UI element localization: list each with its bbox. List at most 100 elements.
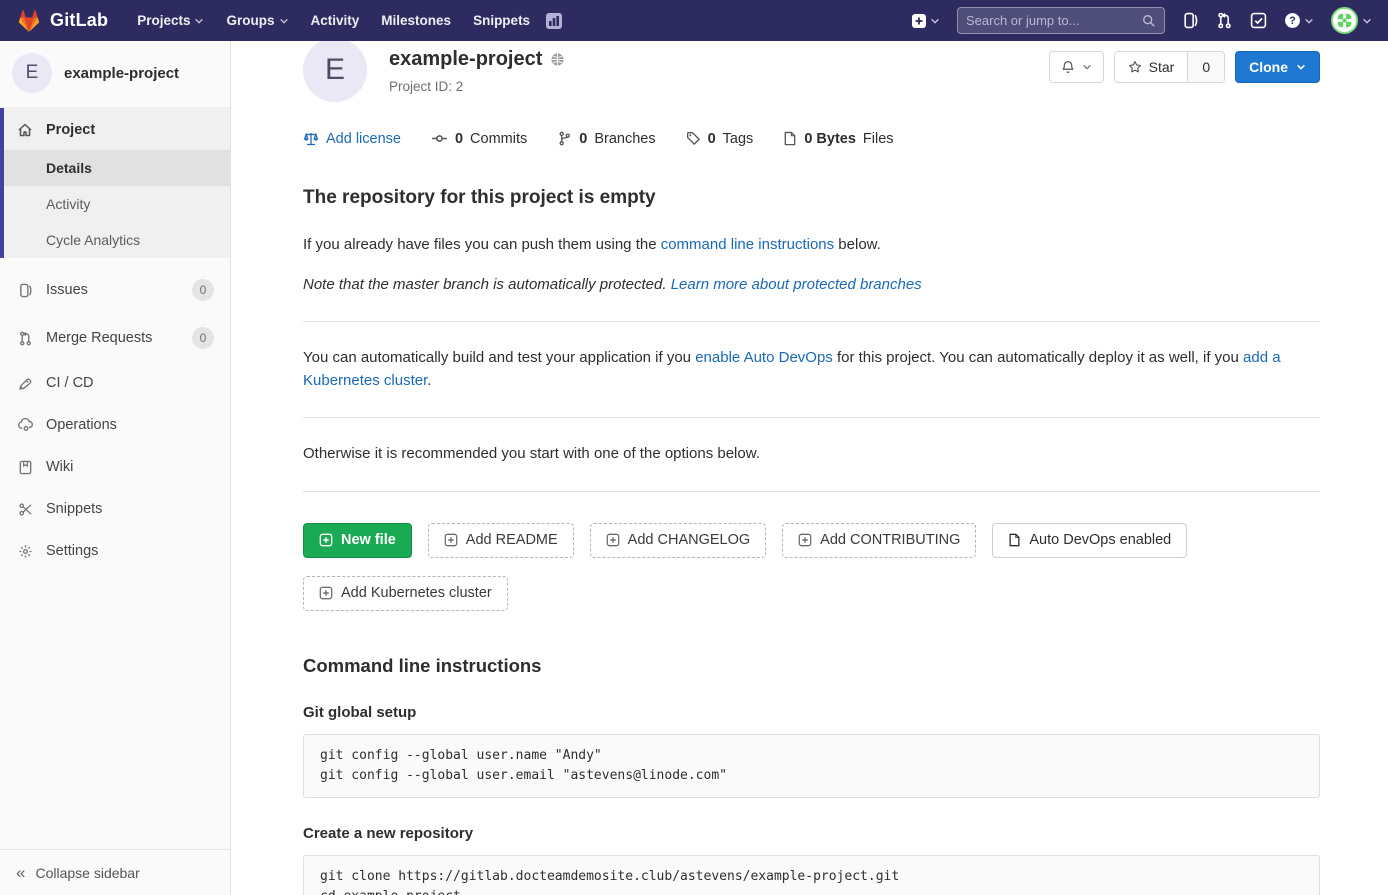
create-repository-code[interactable]: git clone https://gitlab.docteamdemosite… (303, 855, 1320, 895)
sidebar-item-issues[interactable]: Issues 0 (0, 266, 230, 314)
star-button[interactable]: Star (1115, 52, 1188, 82)
issues-icon (16, 283, 34, 298)
merge-requests-count-badge: 0 (192, 327, 214, 349)
project-header: E example-project Project ID: 2 Star 0 (303, 38, 1320, 102)
plus-square-icon (798, 533, 812, 547)
project-avatar-small: E (12, 53, 52, 93)
sidebar-item-details[interactable]: Details (0, 150, 230, 186)
create-repository-heading: Create a new repository (303, 825, 1320, 842)
tags-stat[interactable]: 0 Tags (686, 131, 754, 147)
git-global-setup-code[interactable]: git config --global user.name "Andy" git… (303, 734, 1320, 798)
chevron-down-icon (930, 16, 940, 26)
svg-text:?: ? (1289, 15, 1295, 27)
add-changelog-button[interactable]: Add CHANGELOG (590, 523, 767, 558)
tag-icon (686, 131, 701, 146)
commits-stat[interactable]: 0 Commits (431, 130, 527, 147)
star-count[interactable]: 0 (1187, 52, 1224, 82)
cloud-gear-icon (16, 417, 34, 433)
project-id: Project ID: 2 (389, 79, 565, 94)
code-line: git clone https://gitlab.docteamdemosite… (320, 867, 1303, 887)
sidebar-item-project[interactable]: Project (0, 108, 230, 150)
sidebar-context-header[interactable]: E example-project (0, 41, 230, 108)
empty-repo-heading: The repository for this project is empty (303, 187, 1320, 209)
chevron-down-icon (1304, 16, 1314, 26)
file-icon (1008, 533, 1021, 547)
quick-actions-row-1: New file Add README Add CHANGELOG Add CO… (303, 523, 1320, 558)
add-license-link[interactable]: Add license (303, 131, 401, 147)
bell-icon (1061, 60, 1075, 74)
sidebar-item-snippets[interactable]: Snippets (0, 488, 230, 530)
protected-branch-note: Note that the master branch is automatic… (303, 274, 1320, 297)
push-instructions-paragraph: If you already have files you can push t… (303, 234, 1320, 257)
code-line: git config --global user.email "astevens… (320, 766, 1303, 786)
primary-nav: Projects Groups Activity Milestones Snip… (126, 0, 563, 41)
chevron-down-icon (194, 16, 204, 26)
chevron-down-icon (279, 16, 289, 26)
brand-name: GitLab (50, 10, 108, 31)
plus-square-icon (444, 533, 458, 547)
collapse-sidebar-button[interactable]: « Collapse sidebar (0, 849, 230, 895)
nav-activity[interactable]: Activity (300, 0, 371, 41)
nav-projects[interactable]: Projects (126, 0, 215, 41)
branches-stat[interactable]: 0 Branches (557, 131, 655, 147)
nav-snippets[interactable]: Snippets (462, 0, 541, 41)
top-navbar: GitLab Projects Groups Activity Mileston… (0, 0, 1388, 41)
sidebar-item-operations[interactable]: Operations (0, 404, 230, 446)
plus-square-icon (606, 533, 620, 547)
user-avatar (1331, 7, 1358, 34)
branch-icon (557, 131, 572, 146)
command-line-instructions-link[interactable]: command line instructions (661, 236, 834, 253)
main-content: E example-project Project ID: 2 Star 0 (231, 0, 1388, 895)
files-stat[interactable]: 0 Bytes Files (783, 131, 893, 147)
protected-branches-link[interactable]: Learn more about protected branches (671, 276, 922, 293)
home-icon (16, 122, 34, 138)
sidebar-item-merge-requests[interactable]: Merge Requests 0 (0, 314, 230, 362)
help-icon: ? (1284, 12, 1301, 29)
new-menu-button[interactable] (911, 13, 940, 29)
sidebar-item-wiki[interactable]: Wiki (0, 446, 230, 488)
sidebar-item-activity[interactable]: Activity (0, 186, 230, 222)
gitlab-logo-home[interactable]: GitLab (16, 8, 108, 34)
sidebar-project-name: example-project (64, 65, 179, 82)
plus-square-icon (911, 13, 927, 29)
header-actions: Star 0 Clone (1049, 38, 1320, 83)
chevron-down-icon (1082, 62, 1092, 72)
git-global-setup-heading: Git global setup (303, 704, 1320, 721)
search-input[interactable] (966, 13, 1142, 28)
new-file-button[interactable]: New file (303, 523, 412, 558)
merge-requests-icon[interactable] (1216, 12, 1233, 29)
sidebar-nav: Project Details Activity Cycle Analytics… (0, 108, 230, 849)
global-search (957, 7, 1165, 34)
divider (303, 491, 1320, 492)
search-icon (1142, 14, 1156, 28)
chevron-down-icon (1362, 16, 1372, 26)
book-icon (16, 460, 34, 475)
sidebar-item-cycle-analytics[interactable]: Cycle Analytics (0, 222, 230, 258)
add-contributing-button[interactable]: Add CONTRIBUTING (782, 523, 976, 558)
auto-devops-enabled-button[interactable]: Auto DevOps enabled (992, 523, 1187, 558)
issues-icon[interactable] (1182, 12, 1199, 29)
navbar-right: ? (911, 7, 1372, 34)
help-menu-button[interactable]: ? (1284, 12, 1314, 29)
todos-icon[interactable] (1250, 12, 1267, 29)
sidebar-item-ci-cd[interactable]: CI / CD (0, 362, 230, 404)
sidebar-item-settings[interactable]: Settings (0, 530, 230, 572)
add-kubernetes-cluster-button[interactable]: Add Kubernetes cluster (303, 576, 508, 611)
scissors-icon (16, 502, 34, 517)
plus-square-icon (319, 586, 333, 600)
enable-auto-devops-link[interactable]: enable Auto DevOps (695, 349, 833, 366)
user-menu-button[interactable] (1331, 7, 1372, 34)
globe-public-icon (550, 52, 565, 67)
clone-button[interactable]: Clone (1235, 51, 1320, 83)
nav-groups[interactable]: Groups (215, 0, 299, 41)
project-avatar: E (303, 38, 367, 102)
star-button-group: Star 0 (1114, 51, 1225, 83)
nav-milestones[interactable]: Milestones (370, 0, 462, 41)
code-line: cd example-project (320, 887, 1303, 895)
add-readme-button[interactable]: Add README (428, 523, 574, 558)
merge-requests-icon (16, 331, 34, 346)
notification-settings-button[interactable] (1049, 51, 1104, 83)
rocket-icon (16, 376, 34, 391)
chart-icon[interactable] (545, 12, 563, 30)
divider (303, 321, 1320, 322)
